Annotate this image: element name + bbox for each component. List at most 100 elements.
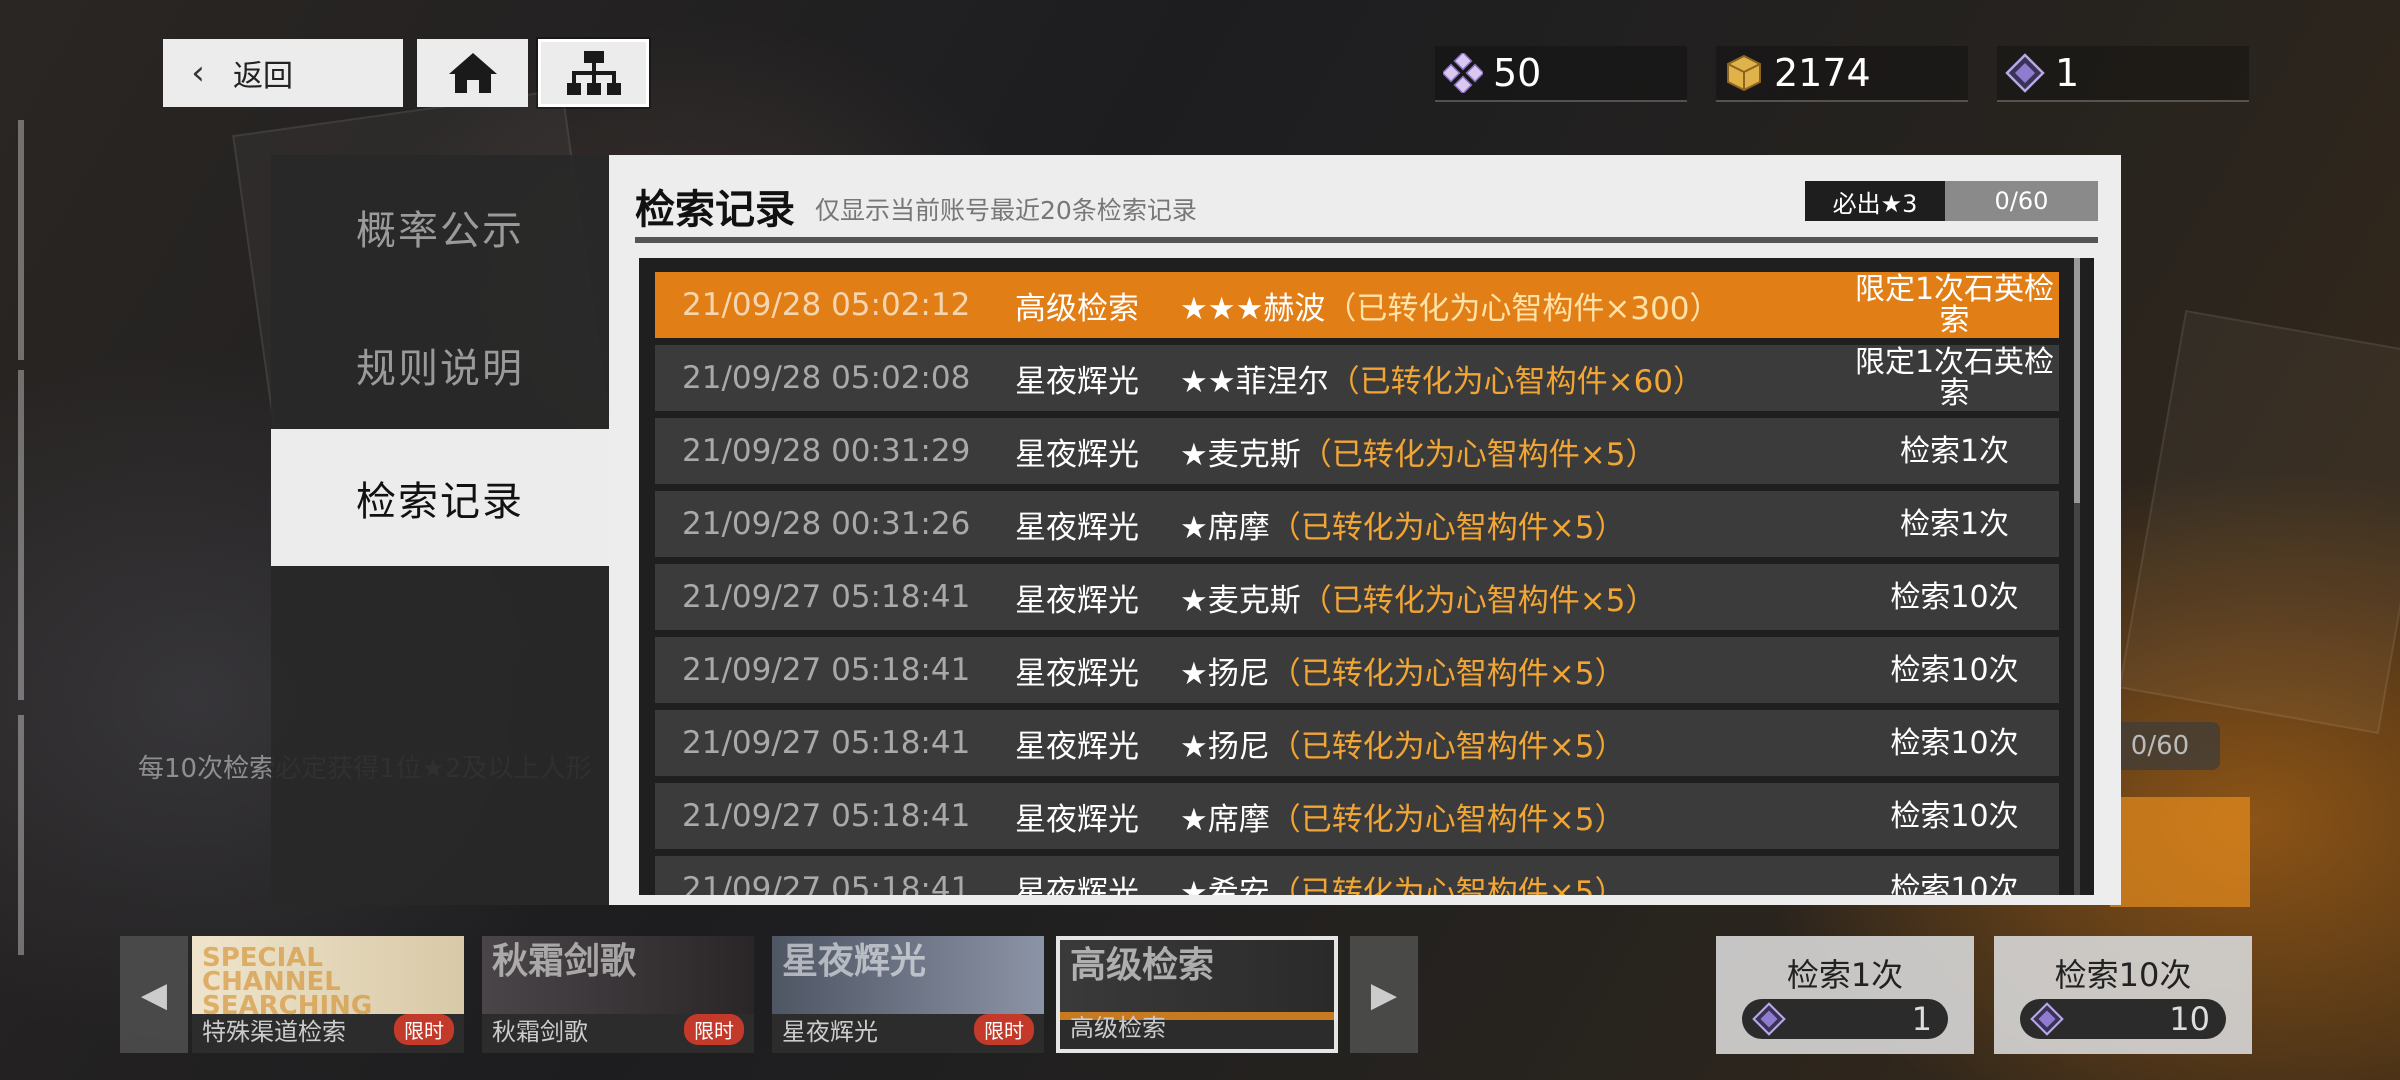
hierarchy-icon xyxy=(566,51,621,95)
currency-value: 2174 xyxy=(1774,51,1871,95)
records-panel: 检索记录 仅显示当前账号最近20条检索记录 必出★3 0/60 21/09/28… xyxy=(609,155,2121,905)
banner-autumn-frost[interactable]: 秋霜剑歌 秋霜剑歌 限时 xyxy=(482,936,754,1053)
record-row: 21/09/27 05:18:41 星夜辉光 ★席摩（已转化为心智构件×5） 检… xyxy=(655,783,2059,849)
cube-icon xyxy=(1722,51,1766,95)
record-row: 21/09/28 05:02:12 高级检索 ★★★赫波（已转化为心智构件×30… xyxy=(655,272,2059,338)
diamond-ticket-icon xyxy=(1752,1002,1786,1036)
pull-cost-value: 1 xyxy=(1911,1000,1932,1038)
banner-title-art: 秋霜剑歌 xyxy=(492,941,637,982)
banner-special-channel[interactable]: SPECIAL CHANNEL SEARCHING 特殊渠道检索 限时 xyxy=(192,936,464,1053)
record-type: 检索10次 xyxy=(1890,652,2019,688)
record-type: 检索10次 xyxy=(1890,871,2019,896)
record-conversion: （已转化为心智构件×60） xyxy=(1328,363,1705,400)
record-pool: 高级检索 xyxy=(1015,290,1139,327)
record-time: 21/09/27 05:18:41 xyxy=(682,798,971,834)
record-time: 21/09/27 05:18:41 xyxy=(682,652,971,688)
pull-label: 检索1次 xyxy=(1786,956,1904,994)
chevron-right-icon: ▶ xyxy=(1370,974,1398,1015)
banner-next-button[interactable]: ▶ xyxy=(1350,936,1418,1053)
limited-tag: 限时 xyxy=(974,1014,1034,1045)
pull-cost: 10 xyxy=(2020,999,2226,1039)
record-type: 限定1次石英检索 xyxy=(1854,272,2055,338)
menu-item-rules[interactable]: 规则说明 xyxy=(271,296,609,433)
divider xyxy=(635,237,2098,243)
record-doll: ★席摩 xyxy=(1180,801,1270,838)
crystal-icon xyxy=(1441,51,1485,95)
pity-value: 0/60 xyxy=(1945,181,2098,221)
home-button[interactable] xyxy=(417,39,528,107)
record-row: 21/09/28 00:31:29 星夜辉光 ★麦克斯（已转化为心智构件×5） … xyxy=(655,418,2059,484)
record-item: ★席摩（已转化为心智构件×5） xyxy=(1180,502,1850,547)
menu-item-probability[interactable]: 概率公示 xyxy=(271,158,609,295)
record-item: ★★★赫波（已转化为心智构件×300） xyxy=(1180,283,1850,328)
record-pool: 星夜辉光 xyxy=(1015,728,1139,765)
pull-cost-value: 10 xyxy=(2169,1000,2210,1038)
record-item: ★扬尼（已转化为心智构件×5） xyxy=(1180,721,1850,766)
menu-item-label: 规则说明 xyxy=(356,345,524,392)
currency-value: 50 xyxy=(1493,51,1542,95)
menu-item-label: 概率公示 xyxy=(356,207,524,254)
pity-counter: 必出★3 0/60 xyxy=(1805,181,2098,221)
limited-tag: 限时 xyxy=(394,1014,454,1045)
currency-crystal[interactable]: 50 xyxy=(1435,46,1687,102)
menu-item-records[interactable]: 检索记录 xyxy=(271,429,609,566)
record-doll: ★希安 xyxy=(1180,874,1270,896)
currency-ticket[interactable]: 1 xyxy=(1997,46,2249,102)
record-row: 21/09/27 05:18:41 星夜辉光 ★麦克斯（已转化为心智构件×5） … xyxy=(655,564,2059,630)
record-time: 21/09/28 05:02:08 xyxy=(682,360,971,396)
record-type: 检索10次 xyxy=(1890,579,2019,615)
pull-cost: 1 xyxy=(1742,999,1948,1039)
record-doll: ★麦克斯 xyxy=(1180,436,1301,473)
record-doll: ★扬尼 xyxy=(1180,728,1270,765)
banner-starry-night[interactable]: 星夜辉光 星夜辉光 限时 xyxy=(772,936,1044,1053)
background-orange-block xyxy=(2110,797,2250,907)
banner-name: 高级检索 xyxy=(1070,1014,1166,1042)
diamond-ticket-icon xyxy=(2003,51,2047,95)
record-pool: 星夜辉光 xyxy=(1015,509,1139,546)
record-type: 检索10次 xyxy=(1890,725,2019,761)
record-conversion: （已转化为心智构件×5） xyxy=(1269,655,1626,692)
record-pool: 星夜辉光 xyxy=(1015,655,1139,692)
currency-cube[interactable]: 2174 xyxy=(1716,46,1968,102)
chevron-left-icon: ‹ xyxy=(191,53,205,93)
banner-name: 秋霜剑歌 xyxy=(492,1018,588,1046)
home-icon xyxy=(448,53,497,93)
record-conversion: （已转化为心智构件×5） xyxy=(1269,801,1626,838)
banner-name: 星夜辉光 xyxy=(782,1018,878,1046)
records-list[interactable]: 21/09/28 05:02:12 高级检索 ★★★赫波（已转化为心智构件×30… xyxy=(639,258,2094,895)
back-button[interactable]: ‹ 返回 xyxy=(163,39,403,107)
scrollbar-thumb[interactable] xyxy=(2074,258,2080,503)
banner-title-art: 高级检索 xyxy=(1070,945,1215,986)
banner-advanced[interactable]: 高级检索 高级检索 xyxy=(1056,936,1338,1053)
hierarchy-button[interactable] xyxy=(538,39,649,107)
record-row: 21/09/27 05:18:41 星夜辉光 ★希安（已转化为心智构件×5） 检… xyxy=(655,856,2059,895)
record-time: 21/09/27 05:18:41 xyxy=(682,579,971,615)
search-once-button[interactable]: 检索1次 1 xyxy=(1716,936,1974,1054)
record-time: 21/09/27 05:18:41 xyxy=(682,725,971,761)
record-row: 21/09/28 00:31:26 星夜辉光 ★席摩（已转化为心智构件×5） 检… xyxy=(655,491,2059,557)
banner-prev-button[interactable]: ◀ xyxy=(120,936,188,1053)
record-conversion: （已转化为心智构件×300） xyxy=(1325,290,1721,327)
record-conversion: （已转化为心智构件×5） xyxy=(1300,436,1657,473)
limited-tag: 限时 xyxy=(684,1014,744,1045)
record-conversion: （已转化为心智构件×5） xyxy=(1269,728,1626,765)
record-doll: ★扬尼 xyxy=(1180,655,1270,692)
edge-decoration xyxy=(18,370,24,700)
record-doll: ★★★赫波 xyxy=(1180,290,1326,327)
records-subtitle: 仅显示当前账号最近20条检索记录 xyxy=(815,196,1197,225)
record-type: 检索10次 xyxy=(1890,798,2019,834)
record-time: 21/09/28 00:31:29 xyxy=(682,433,971,469)
diamond-ticket-icon xyxy=(2030,1002,2064,1036)
search-ten-button[interactable]: 检索10次 10 xyxy=(1994,936,2252,1054)
record-pool: 星夜辉光 xyxy=(1015,801,1139,838)
record-conversion: （已转化为心智构件×5） xyxy=(1269,874,1626,896)
record-pool: 星夜辉光 xyxy=(1015,436,1139,473)
record-doll: ★麦克斯 xyxy=(1180,582,1301,619)
pity-label: 必出★3 xyxy=(1805,181,1945,221)
record-doll: ★★菲涅尔 xyxy=(1180,363,1329,400)
record-item: ★★菲涅尔（已转化为心智构件×60） xyxy=(1180,356,1850,401)
record-time: 21/09/28 00:31:26 xyxy=(682,506,971,542)
currency-value: 1 xyxy=(2055,51,2080,95)
record-type: 限定1次石英检索 xyxy=(1854,345,2055,411)
edge-decoration xyxy=(18,120,24,360)
